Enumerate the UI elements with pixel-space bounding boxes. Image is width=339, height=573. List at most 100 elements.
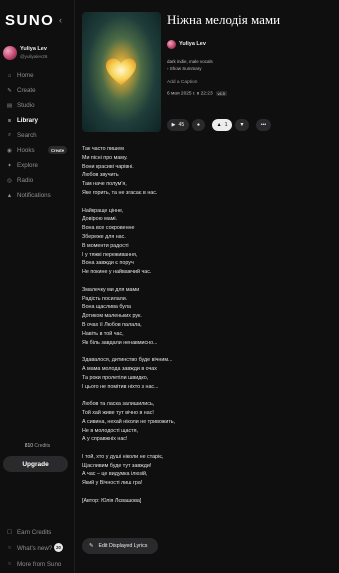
sidebar-item-search[interactable]: ⌕ Search	[0, 128, 75, 143]
profile-handle: @yuliyalev26	[20, 54, 48, 59]
song-title: Ніжна мелодія мами	[167, 12, 281, 27]
play-icon: ▶	[171, 122, 176, 128]
lyric-line: Не покине у найважчий час.	[82, 269, 152, 276]
lyric-line: Та роки пролетіли швидко,	[82, 374, 149, 381]
sidebar-item-studio[interactable]: ▤ Studio	[0, 98, 75, 113]
cover-art[interactable]	[82, 12, 161, 132]
sidebar-item-hooks[interactable]: ◉ Hooks Create	[0, 143, 75, 158]
collapse-sidebar-icon[interactable]: ‹	[59, 15, 62, 25]
lyric-line: Вона завжди є поруч	[82, 260, 134, 267]
stanza-gap	[82, 488, 332, 497]
sidebar-bottom-nav: ▢ Earn Credits ○ What's new? 20 ○ More f…	[0, 524, 75, 572]
thumbs-up-icon: ▲	[216, 122, 222, 128]
stanza-gap	[82, 347, 332, 356]
more-icon: ○	[7, 561, 12, 567]
comment-button[interactable]: ●	[192, 119, 205, 131]
search-icon: ⌕	[7, 132, 12, 138]
sidebar-item-label: Studio	[17, 102, 35, 109]
sidebar-item-earn-credits[interactable]: ▢ Earn Credits	[0, 524, 75, 540]
sidebar-item-label: Home	[17, 72, 34, 79]
lyric-line: Змалечку ми для мами	[82, 286, 140, 293]
create-icon: ✎	[7, 87, 12, 94]
sidebar-item-label: Create	[17, 87, 36, 94]
earn-icon: ▢	[6, 529, 13, 535]
lyric-line: В моменти радості	[82, 242, 129, 249]
lyric-line: Дотиком маленьких рук.	[82, 313, 142, 320]
like-count: 1	[224, 122, 228, 128]
sidebar-item-label: Notifications	[17, 192, 51, 199]
credits-value: 810	[24, 443, 34, 449]
artist-name[interactable]: Yuliya Lev	[179, 41, 206, 47]
play-button[interactable]: ▶ 45	[167, 119, 189, 131]
suno-logo[interactable]: SUNO	[5, 12, 54, 29]
lyric-line: В очах її Любов палала,	[82, 321, 142, 328]
avatar[interactable]	[3, 46, 17, 60]
show-summary-link[interactable]: › Show Summary	[167, 66, 202, 71]
song-styles: dark indie, male vocals	[167, 59, 213, 64]
upgrade-button[interactable]: Upgrade	[3, 456, 68, 472]
sidebar-item-more-from-suno[interactable]: ○ More from Suno	[0, 556, 75, 572]
sidebar-item-label: Library	[17, 117, 38, 124]
stanza-gap	[82, 391, 332, 400]
stanza-gap	[82, 444, 332, 453]
song-date: 6 мая 2025 г. в 22:23 v4.5	[167, 91, 227, 97]
like-button[interactable]: ▲ 1	[212, 119, 232, 131]
radio-icon: ◎	[7, 177, 12, 184]
sidebar-item-whats-new[interactable]: ○ What's new? 20	[0, 540, 75, 556]
lyric-line: Збереже для нас.	[82, 233, 126, 240]
sidebar-item-label: More from Suno	[17, 560, 62, 568]
sidebar-item-notifications[interactable]: ▲ Notifications	[0, 188, 75, 203]
sidebar-item-label: Hooks	[17, 147, 35, 154]
credits-counter: 810 Credits	[0, 443, 75, 449]
more-options-button[interactable]: •••	[256, 119, 271, 131]
lyric-line: І той, хто у душі ніколи не старіє,	[82, 453, 164, 460]
lyric-line: Вона щаслива була	[82, 304, 131, 311]
sidebar-item-create[interactable]: ✎ Create	[0, 83, 75, 98]
edit-lyrics-label: Edit Displayed Lyrics	[98, 543, 148, 549]
studio-icon: ▤	[6, 102, 13, 109]
heart-icon	[106, 58, 136, 85]
lyric-line: Вони красиві чарівні.	[82, 163, 134, 170]
lyric-line: А мама молода завжди в очах	[82, 365, 157, 372]
sidebar-item-label: What's new?	[17, 544, 53, 552]
add-caption-input[interactable]: Add a Caption	[167, 80, 197, 85]
hooks-create-button[interactable]: Create	[48, 146, 68, 154]
dislike-button[interactable]: ▼	[235, 119, 249, 131]
lyric-line: Здавалося, дитинство буде вічним...	[82, 357, 173, 364]
lyric-line: Так часто пишем	[82, 146, 124, 152]
artist-avatar[interactable]	[167, 40, 176, 49]
profile-header[interactable]: Yuliya Lev @yuliyalev26	[3, 45, 73, 65]
sidebar-nav: ⌂ Home ✎ Create ▤ Studio ≡ Library ⌕ Sea…	[0, 68, 75, 203]
more-icon: •••	[260, 122, 267, 128]
lyric-line: Яке горить, та не згасає в нас.	[82, 189, 158, 196]
sidebar-item-label: Earn Credits	[17, 528, 52, 536]
sidebar: SUNO ‹ Yuliya Lev @yuliyalev26 ⌂ Home ✎ …	[0, 0, 75, 573]
lyric-line: А сивина, нехай ніколи не тривожить,	[82, 418, 176, 425]
sidebar-item-label: Search	[17, 132, 37, 139]
lyric-line: Довірою мамі.	[82, 216, 118, 223]
bell-icon: ▲	[6, 192, 13, 199]
stanza-gap	[82, 277, 332, 286]
lyric-line: Ми пісні про маму.	[82, 154, 128, 161]
sidebar-item-explore[interactable]: ✦ Explore	[0, 158, 75, 173]
play-count: 45	[178, 122, 185, 128]
lyric-line: Радість посилали.	[82, 295, 128, 302]
edit-lyrics-button[interactable]: ✎ Edit Displayed Lyrics	[82, 538, 158, 554]
lyric-line: Не в молодості щастя,	[82, 427, 138, 434]
sidebar-item-library[interactable]: ≡ Library	[0, 113, 75, 128]
lyric-line: Там наче полум'я,	[82, 181, 127, 188]
lyric-line: І цього не помітив ніхто з нас...	[82, 383, 159, 390]
sidebar-item-home[interactable]: ⌂ Home	[0, 68, 75, 83]
lyric-line: А час – це видумка ілюзій,	[82, 471, 148, 478]
explore-icon: ✦	[7, 162, 12, 169]
lyric-line: І у тяжкі переживання,	[82, 251, 138, 258]
lyric-line: Щасливим буде тут завжди!	[82, 462, 152, 469]
lyric-line: Який у Вічності лиш гра!	[82, 480, 143, 487]
lyric-line: Той хай живе тут вічно в нас!	[82, 409, 154, 416]
profile-name: Yuliya Lev	[20, 46, 47, 52]
thumbs-down-icon: ▼	[239, 122, 245, 128]
lyric-line: Навіть в той час,	[82, 330, 124, 337]
sidebar-item-radio[interactable]: ◎ Radio	[0, 173, 75, 188]
sidebar-item-label: Radio	[17, 177, 34, 184]
credits-label: Credits	[33, 443, 51, 449]
